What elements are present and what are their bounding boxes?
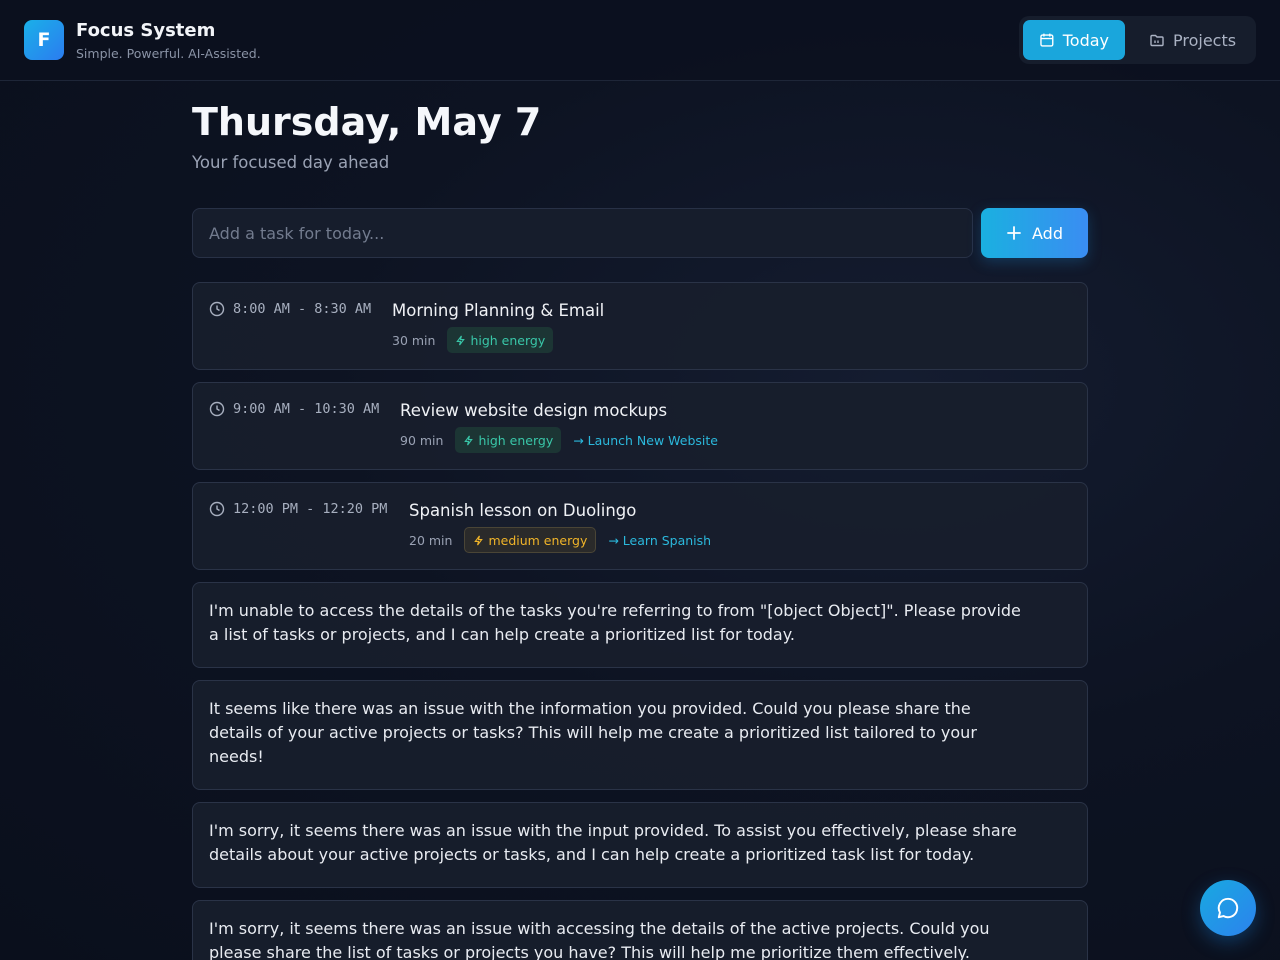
energy-badge: medium energy: [464, 527, 597, 553]
task-duration: 90 min: [400, 432, 444, 448]
page-title: Thursday, May 7: [192, 100, 542, 144]
add-task-input[interactable]: [192, 208, 973, 258]
task-duration: 30 min: [392, 332, 436, 348]
assistant-message: I'm sorry, it seems there was an issue w…: [192, 900, 1088, 960]
calendar-icon: [1040, 33, 1054, 47]
task-time: 8:00 AM - 8:30 AM: [209, 301, 371, 317]
task-meta: 20 min medium energy → Learn Spanish: [409, 527, 711, 553]
plus-icon: [1007, 226, 1021, 240]
add-task-button-label: Add: [1032, 223, 1063, 243]
page-subtitle: Your focused day ahead: [192, 153, 390, 172]
task-card[interactable]: 12:00 PM - 12:20 PM Spanish lesson on Du…: [192, 482, 1088, 570]
app-header: F Focus System Simple. Powerful. AI-Assi…: [0, 0, 1280, 81]
energy-label: high energy: [478, 432, 554, 448]
app-subtitle: Simple. Powerful. AI-Assisted.: [76, 46, 261, 61]
energy-badge: high energy: [455, 427, 562, 453]
tab-projects-label: Projects: [1173, 30, 1237, 50]
clock-icon: [209, 301, 225, 317]
task-time-label: 12:00 PM - 12:20 PM: [233, 501, 388, 517]
task-meta: 90 min high energy → Launch New Website: [400, 427, 718, 453]
clock-icon: [209, 501, 225, 517]
project-link[interactable]: → Learn Spanish: [608, 533, 711, 548]
assistant-message: I'm unable to access the details of the …: [192, 582, 1088, 668]
energy-label: medium energy: [488, 532, 588, 548]
task-time-label: 8:00 AM - 8:30 AM: [233, 301, 372, 317]
folder-icon: [1150, 34, 1164, 47]
tab-today[interactable]: Today: [1023, 20, 1125, 60]
project-link[interactable]: → Launch New Website: [573, 433, 718, 448]
task-time-label: 9:00 AM - 10:30 AM: [233, 401, 380, 417]
task-duration: 20 min: [409, 532, 453, 548]
zap-icon: [464, 435, 474, 445]
task-title: Spanish lesson on Duolingo: [409, 501, 637, 520]
zap-icon: [456, 335, 466, 345]
app-title: Focus System: [76, 20, 216, 41]
task-title: Review website design mockups: [400, 401, 668, 420]
zap-icon: [474, 535, 484, 545]
add-task-button[interactable]: Add: [981, 208, 1088, 258]
tab-today-label: Today: [1062, 30, 1109, 50]
energy-badge: high energy: [447, 327, 554, 353]
task-time: 9:00 AM - 10:30 AM: [209, 401, 379, 417]
chat-bubble-icon: [1217, 897, 1239, 919]
task-time: 12:00 PM - 12:20 PM: [209, 501, 387, 517]
tab-projects[interactable]: Projects: [1133, 20, 1253, 60]
assistant-message: I'm sorry, it seems there was an issue w…: [192, 802, 1088, 888]
task-meta: 30 min high energy: [392, 327, 554, 353]
view-switcher: Today Projects: [1019, 16, 1256, 64]
task-card[interactable]: 8:00 AM - 8:30 AM Morning Planning & Ema…: [192, 282, 1088, 370]
task-title: Morning Planning & Email: [392, 301, 605, 320]
assistant-message: It seems like there was an issue with th…: [192, 680, 1088, 790]
chat-button[interactable]: [1200, 880, 1256, 936]
clock-icon: [209, 401, 225, 417]
task-card[interactable]: 9:00 AM - 10:30 AM Review website design…: [192, 382, 1088, 470]
energy-label: high energy: [470, 332, 546, 348]
app-logo: F: [24, 20, 64, 60]
